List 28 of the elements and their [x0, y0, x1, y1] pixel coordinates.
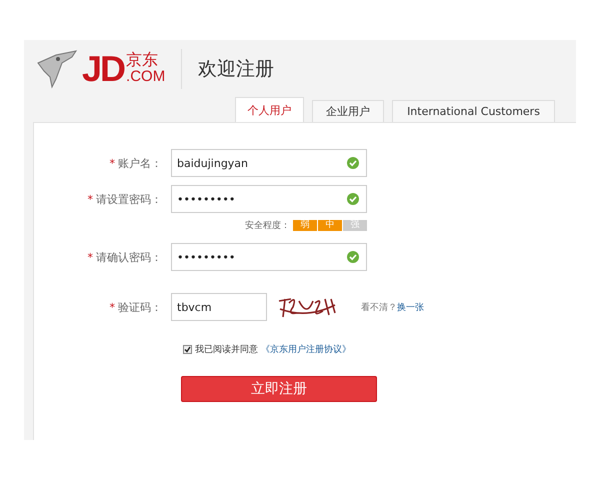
- captcha-hint: 看不清？: [361, 302, 397, 314]
- agreement-checkbox[interactable]: [183, 345, 192, 354]
- captcha-input[interactable]: tbvcm: [171, 293, 267, 321]
- required-asterisk: *: [110, 300, 115, 314]
- tab[interactable]: 个人用户: [235, 97, 304, 122]
- agreement-text: 我已阅读并同意: [195, 344, 258, 356]
- register-button[interactable]: 立即注册: [181, 376, 377, 402]
- logo-text: JD: [82, 50, 124, 86]
- required-asterisk: *: [88, 192, 93, 206]
- tab[interactable]: 企业用户: [312, 100, 384, 122]
- input-field[interactable]: baidujingyan: [171, 149, 367, 177]
- agreement-link[interactable]: 《京东用户注册协议》: [261, 343, 351, 356]
- logo-chinese-text: 京东: [126, 52, 160, 68]
- input-field[interactable]: •••••••••: [171, 185, 367, 213]
- field-label: 验证码：: [118, 300, 162, 314]
- strength-label: 安全程度：: [245, 220, 290, 232]
- logo-domain-text: .COM: [126, 68, 166, 85]
- strength-segment: 弱: [293, 220, 317, 230]
- required-asterisk: *: [88, 250, 93, 264]
- tab[interactable]: International Customers: [392, 100, 555, 122]
- strength-segment: 中: [318, 220, 342, 230]
- field-label: 账户名：: [118, 156, 162, 170]
- page-title: 欢迎注册: [198, 56, 274, 82]
- field-label: 请确认密码：: [96, 250, 162, 264]
- input-field[interactable]: •••••••••: [171, 243, 367, 271]
- field-label: 请设置密码：: [96, 192, 162, 206]
- required-asterisk: *: [110, 156, 115, 170]
- refresh-captcha-link[interactable]: 换一张: [397, 300, 424, 314]
